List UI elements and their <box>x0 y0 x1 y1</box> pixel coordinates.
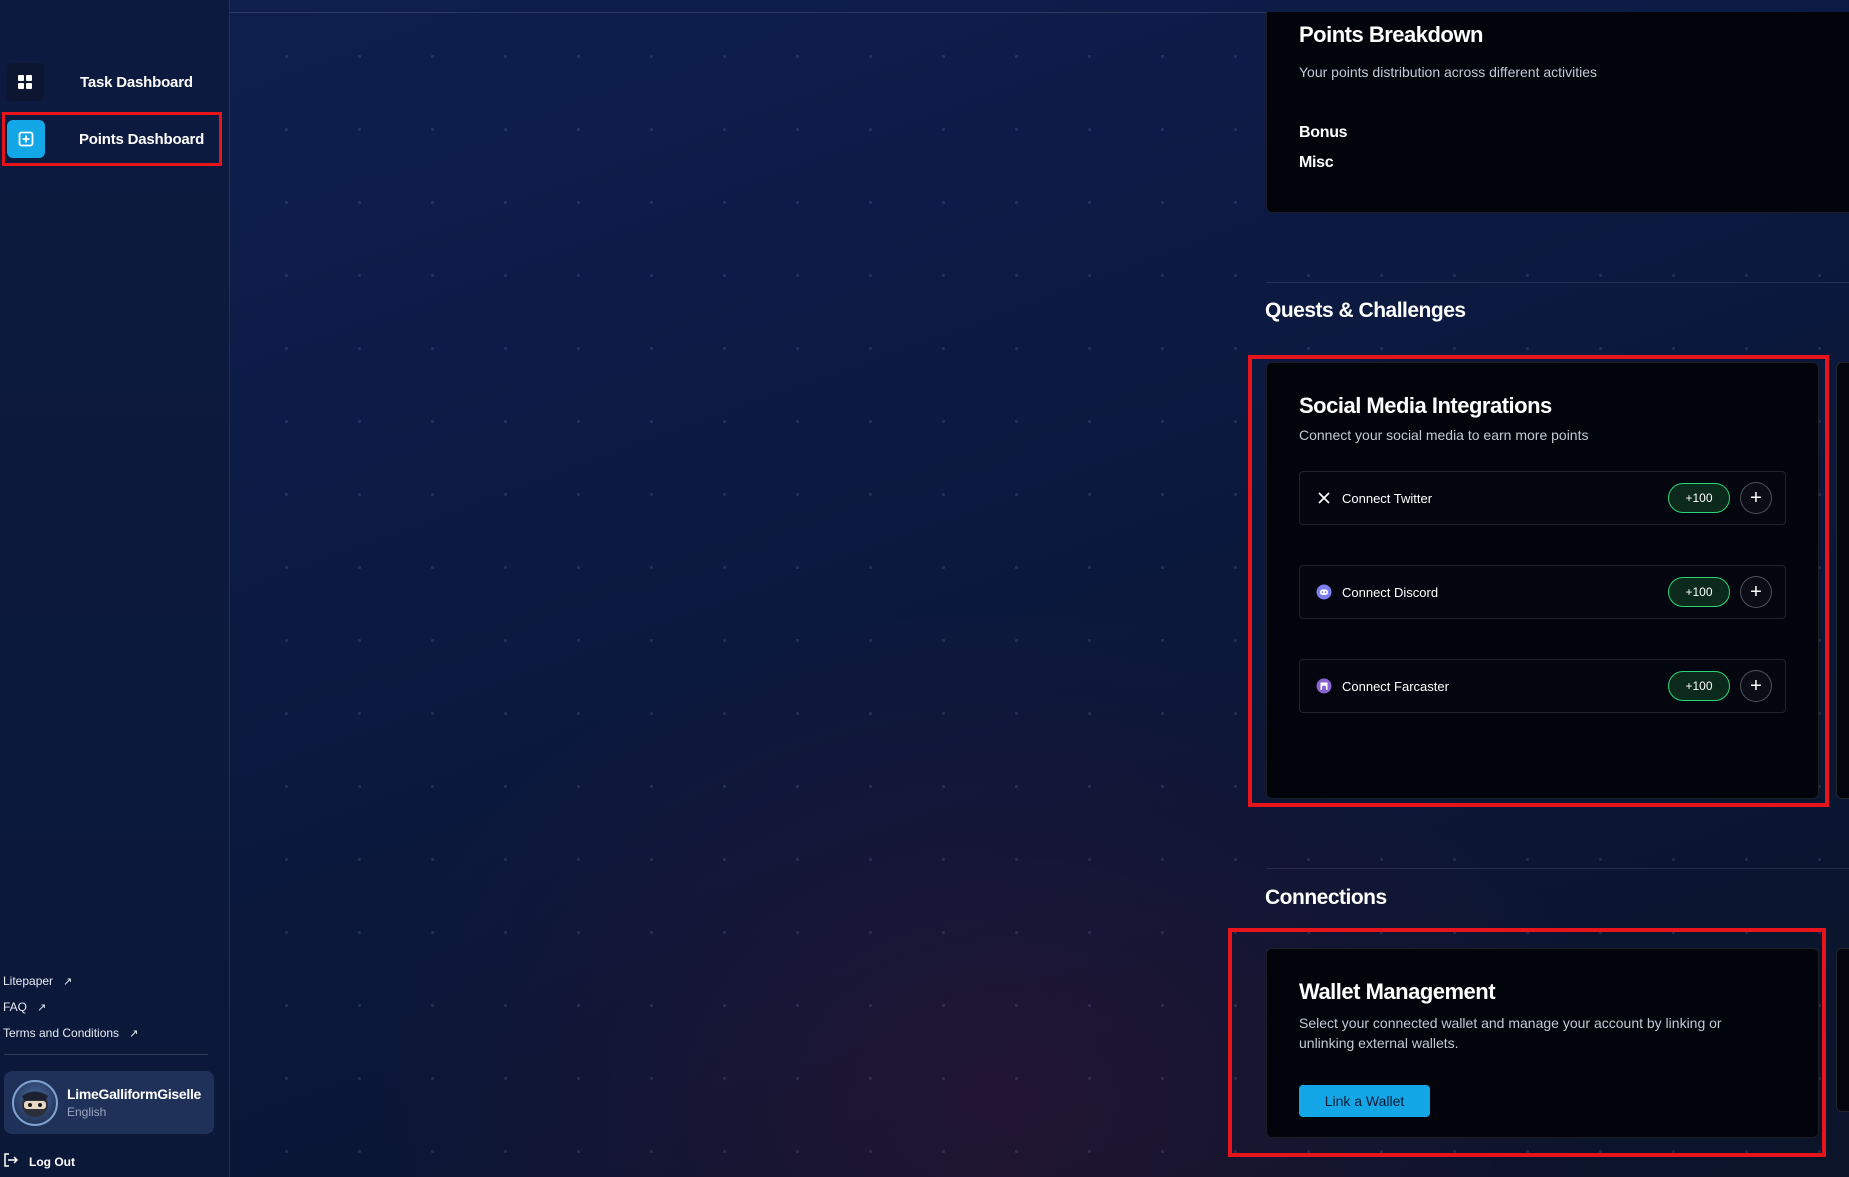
faq-link[interactable]: FAQ ↗ <box>3 994 138 1020</box>
points-badge: +100 <box>1668 577 1730 607</box>
connect-farcaster-button[interactable]: + <box>1740 670 1772 702</box>
connect-discord-button[interactable]: + <box>1740 576 1772 608</box>
connect-discord-row[interactable]: Connect Discord +100 + <box>1299 565 1786 619</box>
sidebar-item-label: Task Dashboard <box>80 73 193 91</box>
external-arrow-icon: ↗ <box>37 1001 47 1014</box>
x-twitter-icon <box>1316 490 1332 506</box>
points-breakdown-card: Points Breakdown Your points distributio… <box>1266 12 1849 213</box>
social-media-subtitle: Connect your social media to earn more p… <box>1299 427 1589 443</box>
next-card-peek <box>1836 948 1849 1112</box>
wallet-management-title: Wallet Management <box>1299 979 1496 1004</box>
sidebar-item-points-dashboard[interactable]: Points Dashboard <box>2 112 222 166</box>
logout-icon <box>3 1153 19 1170</box>
terms-link[interactable]: Terms and Conditions ↗ <box>3 1020 138 1046</box>
external-arrow-icon: ↗ <box>129 1027 139 1040</box>
connections-section-title: Connections <box>1265 886 1387 909</box>
sidebar-links: Litepaper ↗ FAQ ↗ Terms and Conditions ↗ <box>3 968 138 1046</box>
sidebar-divider <box>4 1054 208 1055</box>
app-root: Task Dashboard Points Dashboard Litepape… <box>0 0 1849 1177</box>
sidebar-item-task-dashboard[interactable]: Task Dashboard <box>4 58 218 106</box>
quests-section-title: Quests & Challenges <box>1265 299 1466 322</box>
wallet-management-subtitle: Select your connected wallet and manage … <box>1299 1015 1722 1051</box>
litepaper-link[interactable]: Litepaper ↗ <box>3 968 138 994</box>
connect-farcaster-row[interactable]: Connect Farcaster +100 + <box>1299 659 1786 713</box>
connect-twitter-label: Connect Twitter <box>1342 490 1433 506</box>
sidebar-item-label: Points Dashboard <box>79 130 205 148</box>
link-label: Terms and Conditions <box>3 1026 120 1040</box>
wallet-management-card: Wallet Management Select your connected … <box>1266 948 1819 1138</box>
user-language: English <box>67 1105 107 1119</box>
external-arrow-icon: ↗ <box>63 975 73 988</box>
user-name: LimeGalliformGiselle <box>67 1086 202 1102</box>
breakdown-item-misc: Misc <box>1299 154 1334 171</box>
connect-farcaster-label: Connect Farcaster <box>1342 678 1449 694</box>
logout-button[interactable]: Log Out <box>3 1153 75 1170</box>
points-breakdown-subtitle: Your points distribution across differen… <box>1299 64 1598 80</box>
social-media-title: Social Media Integrations <box>1299 393 1552 418</box>
social-media-card: Social Media Integrations Connect your s… <box>1266 362 1819 799</box>
sidebar: Task Dashboard Points Dashboard Litepape… <box>0 0 230 1177</box>
connect-twitter-button[interactable]: + <box>1740 482 1772 514</box>
avatar <box>12 1079 58 1126</box>
section-divider <box>1266 282 1849 283</box>
points-badge: +100 <box>1668 671 1730 701</box>
link-wallet-button[interactable]: Link a Wallet <box>1299 1085 1430 1117</box>
section-divider <box>1266 868 1849 869</box>
user-profile-card[interactable]: LimeGalliformGiselle English <box>4 1071 214 1134</box>
discord-icon <box>1316 584 1332 600</box>
points-breakdown-title: Points Breakdown <box>1299 22 1483 47</box>
breakdown-item-bonus: Bonus <box>1299 124 1348 141</box>
points-badge: +100 <box>1668 483 1730 513</box>
link-label: FAQ <box>3 1000 28 1014</box>
connect-twitter-row[interactable]: Connect Twitter +100 + <box>1299 471 1786 525</box>
next-card-peek <box>1836 362 1849 799</box>
farcaster-icon <box>1316 678 1332 694</box>
logout-label: Log Out <box>29 1154 75 1169</box>
grid-icon <box>6 63 44 101</box>
plus-square-icon <box>7 120 45 158</box>
link-label: Litepaper <box>3 974 54 988</box>
connect-discord-label: Connect Discord <box>1342 584 1439 600</box>
